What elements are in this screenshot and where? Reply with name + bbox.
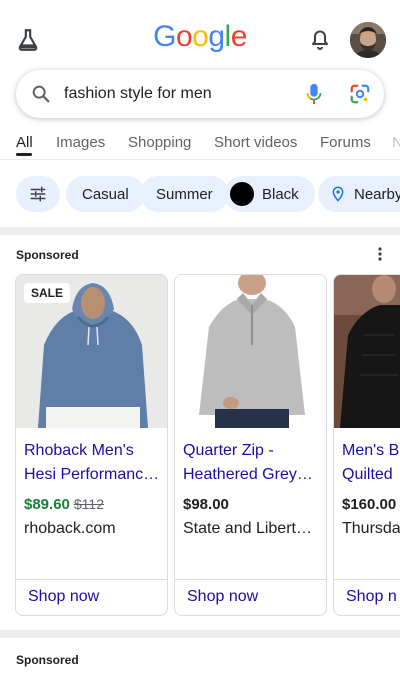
product-store: Thursda [342,520,400,537]
lens-icon[interactable] [349,83,371,105]
avatar[interactable] [350,22,386,58]
section-divider [0,227,400,235]
sale-badge: SALE [24,283,71,303]
product-store: rhoback.com [24,520,116,537]
shop-now-button[interactable]: Shop now [28,588,99,606]
price-row: $160.00 [342,496,396,513]
location-pin-icon [332,186,344,202]
product-price: $160.00 [342,496,397,513]
tab-shopping[interactable]: Shopping [128,134,191,151]
chip-black-label: Black [262,185,299,203]
product-store: State and Libert… [183,520,312,537]
product-title[interactable]: Men's B Quilted [342,439,400,487]
product-image[interactable] [334,275,400,428]
product-carousel[interactable]: SALE Rhoback Men's Hesi Performanc… $89.… [0,274,400,618]
search-box[interactable]: fashion style for men [16,70,384,118]
more-options-icon[interactable] [376,246,384,262]
shop-now-button[interactable]: Shop now [187,588,258,606]
tab-forums[interactable]: Forums [320,134,371,151]
card-separator [334,579,400,580]
product-price: $89.60 [24,496,70,513]
product-title[interactable]: Rhoback Men's Hesi Performanc… [24,439,164,487]
card-separator [16,579,167,580]
chip-summer-label: Summer [156,185,213,203]
chip-summer[interactable]: Summer [140,176,229,212]
bell-icon[interactable] [308,28,332,52]
sponsored-label: Sponsored [16,653,79,667]
price-row: $98.00 [183,496,229,513]
product-card[interactable]: Quarter Zip - Heathered Grey… $98.00 Sta… [174,274,327,616]
top-bar: Google [0,0,400,80]
tab-all[interactable]: All [16,134,33,151]
product-title[interactable]: Quarter Zip - Heathered Grey… [183,439,323,487]
chip-filters[interactable] [16,176,60,212]
product-image[interactable] [175,275,326,428]
chip-nearby-label: Nearby [354,185,400,203]
sponsored-label: Sponsored [16,248,79,262]
tab-short-videos[interactable]: Short videos [214,134,297,151]
shop-now-button[interactable]: Shop n [346,588,397,606]
chip-black[interactable]: Black [224,176,315,212]
color-swatch-black [230,182,254,206]
active-tab-indicator [16,153,32,156]
product-card[interactable]: SALE Rhoback Men's Hesi Performanc… $89.… [15,274,168,616]
logo-letter: o [192,20,209,53]
chip-nearby[interactable]: Nearby [318,176,400,212]
product-image[interactable]: SALE [16,275,167,428]
product-price: $98.00 [183,496,229,513]
section-divider [0,630,400,638]
search-input[interactable]: fashion style for men [64,85,212,103]
logo-letter: G [153,20,176,53]
price-row: $89.60 $112 [24,496,104,513]
card-separator [175,579,326,580]
logo-letter: o [175,20,193,53]
original-price: $112 [73,496,104,512]
chip-casual[interactable]: Casual [66,176,145,212]
search-tabs: All Images Shopping Short videos Forums … [0,130,400,160]
google-logo[interactable]: Google [0,20,400,54]
filter-chips: Casual Summer Black Nearby [0,176,400,214]
tab-images[interactable]: Images [56,134,105,151]
mic-icon[interactable] [303,82,325,106]
chip-casual-label: Casual [82,185,129,203]
logo-letter: g [208,20,225,53]
tabs-divider [0,159,400,160]
tune-icon [30,186,46,202]
product-card[interactable]: Men's B Quilted $160.00 Thursda Shop n [333,274,400,616]
search-icon[interactable] [30,83,52,105]
logo-letter: e [230,20,248,53]
tab-news-partial[interactable]: N [392,134,400,151]
